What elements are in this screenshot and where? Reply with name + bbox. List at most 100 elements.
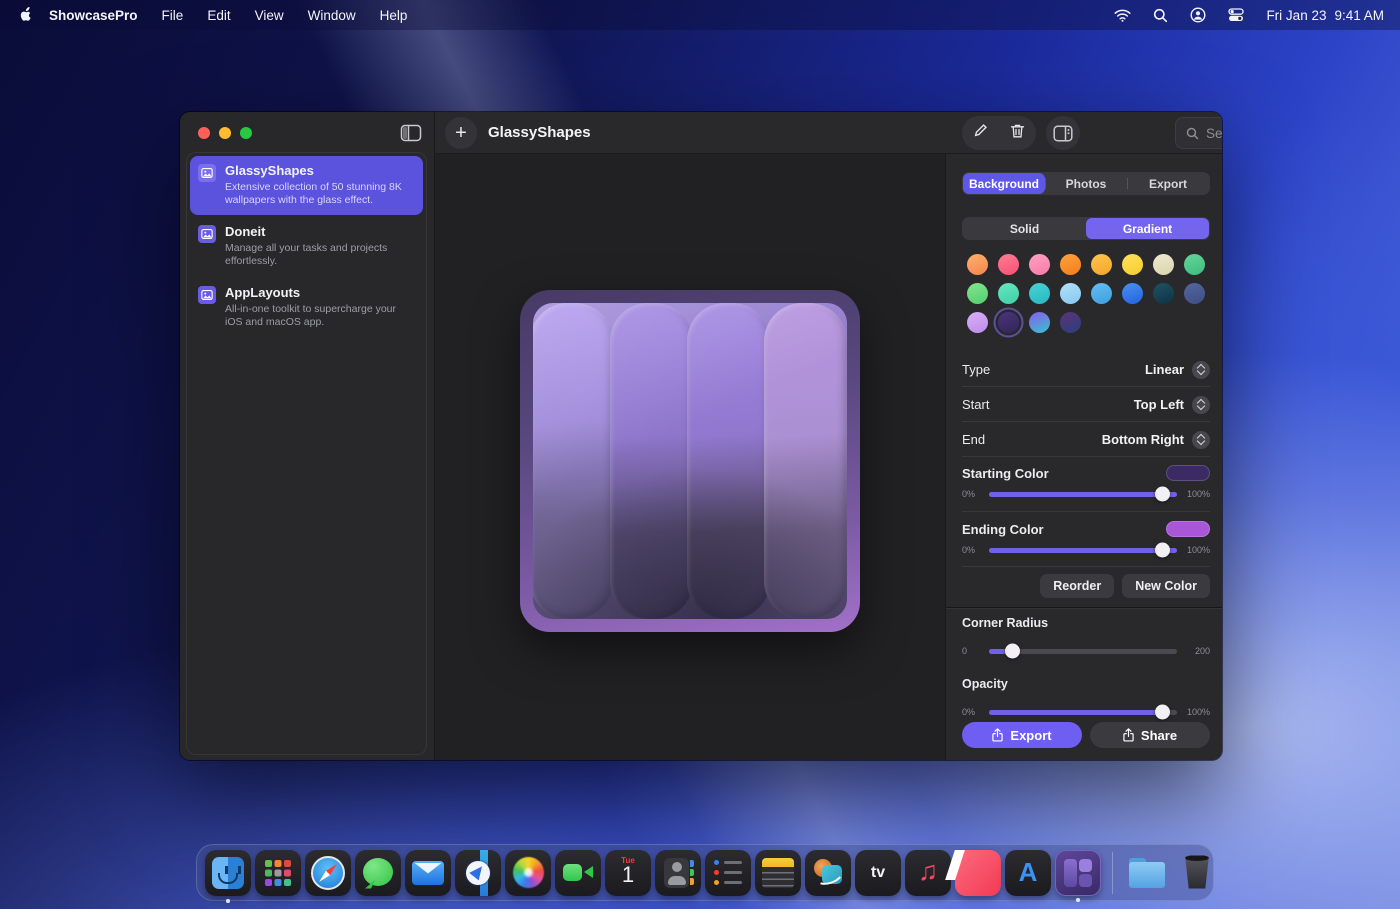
color-swatch[interactable]: [967, 254, 988, 275]
new-color-button[interactable]: New Color: [1122, 574, 1210, 598]
type-label: Type: [962, 362, 990, 377]
dock-photos-icon[interactable]: [505, 850, 551, 896]
menu-bar: ShowcasePro File Edit View Window Help Fri J…: [0, 0, 1400, 30]
color-swatch[interactable]: [998, 283, 1019, 304]
ending-color-swatch[interactable]: [1166, 521, 1210, 537]
dock-messages-icon[interactable]: [355, 850, 401, 896]
tab-background[interactable]: Background: [963, 173, 1045, 194]
slider-track[interactable]: [989, 710, 1177, 715]
menu-view[interactable]: View: [255, 8, 284, 23]
dock-folder-icon[interactable]: [1124, 850, 1170, 896]
color-swatch[interactable]: [1184, 283, 1205, 304]
project-list: GlassyShapesExtensive collection of 50 s…: [186, 152, 427, 755]
color-swatch[interactable]: [967, 312, 988, 333]
color-swatch[interactable]: [967, 283, 988, 304]
color-swatch[interactable]: [1029, 283, 1050, 304]
user-account-icon[interactable]: [1190, 7, 1206, 23]
dock-freeform-icon[interactable]: [805, 850, 851, 896]
wifi-icon[interactable]: [1114, 9, 1131, 22]
color-swatch[interactable]: [1060, 283, 1081, 304]
color-swatch[interactable]: [1091, 283, 1112, 304]
dock-calendar-icon[interactable]: Tue1: [605, 850, 651, 896]
delete-icon[interactable]: [1010, 123, 1025, 144]
color-swatch[interactable]: [1060, 312, 1081, 333]
starting-color-row: Starting Color: [962, 464, 1210, 482]
minimize-button[interactable]: [219, 127, 231, 139]
panel-tabs: BackgroundPhotosExport: [962, 172, 1210, 195]
project-title: AppLayouts: [225, 285, 415, 301]
zoom-button[interactable]: [240, 127, 252, 139]
slider-min-label: 0%: [962, 545, 984, 555]
color-swatch[interactable]: [1153, 254, 1174, 275]
add-button[interactable]: +: [445, 117, 477, 149]
search-input[interactable]: Search: [1175, 117, 1222, 149]
color-swatch[interactable]: [998, 312, 1019, 333]
menu-date[interactable]: Fri Jan 23: [1266, 8, 1326, 23]
dock-safari-icon[interactable]: [305, 850, 351, 896]
share-button[interactable]: Share: [1090, 722, 1210, 748]
dock-reminders-icon[interactable]: [705, 850, 751, 896]
color-swatch[interactable]: [1184, 254, 1205, 275]
slider-track[interactable]: [989, 492, 1177, 497]
menu-window[interactable]: Window: [308, 8, 356, 23]
color-swatch[interactable]: [1060, 254, 1081, 275]
dock-trash-icon[interactable]: [1174, 850, 1220, 896]
search-icon[interactable]: [1153, 8, 1168, 23]
slider-track[interactable]: [989, 548, 1177, 553]
menu-edit[interactable]: Edit: [207, 8, 230, 23]
color-swatch[interactable]: [1153, 283, 1174, 304]
dock-contacts-icon[interactable]: [655, 850, 701, 896]
mode-gradient[interactable]: Gradient: [1086, 218, 1209, 239]
reorder-button[interactable]: Reorder: [1040, 574, 1114, 598]
dock-launchpad-icon[interactable]: [255, 850, 301, 896]
slider-knob[interactable]: [1155, 543, 1170, 558]
dock-showcasepro-icon[interactable]: [1055, 850, 1101, 896]
dock-mail-icon[interactable]: [405, 850, 451, 896]
start-dropdown-stepper-icon[interactable]: [1192, 396, 1210, 414]
end-dropdown-stepper-icon[interactable]: [1192, 431, 1210, 449]
end-value: Bottom Right: [1102, 432, 1184, 447]
sidebar-toggle-icon[interactable]: [400, 123, 422, 143]
sidebar-item-applayouts[interactable]: AppLayoutsAll-in-one toolkit to supercha…: [190, 278, 423, 337]
menu-file[interactable]: File: [162, 8, 184, 23]
dock-maps-icon[interactable]: [455, 850, 501, 896]
slider-knob[interactable]: [1155, 487, 1170, 502]
dock-facetime-icon[interactable]: [555, 850, 601, 896]
mode-solid[interactable]: Solid: [963, 218, 1086, 239]
starting-color-swatch[interactable]: [1166, 465, 1210, 481]
inspector-toggle-icon[interactable]: [1046, 116, 1080, 150]
end-label: End: [962, 432, 985, 447]
color-swatch[interactable]: [1029, 254, 1050, 275]
sidebar-item-glassyshapes[interactable]: GlassyShapesExtensive collection of 50 s…: [190, 156, 423, 215]
dock-notes-icon[interactable]: [755, 850, 801, 896]
sidebar-item-doneit[interactable]: DoneitManage all your tasks and projects…: [190, 217, 423, 276]
dock-music-icon[interactable]: ♫: [905, 850, 951, 896]
close-button[interactable]: [198, 127, 210, 139]
type-value: Linear: [1145, 362, 1184, 377]
export-button[interactable]: Export: [962, 722, 1082, 748]
color-swatch[interactable]: [1091, 254, 1112, 275]
dock-appstore-icon[interactable]: A: [1005, 850, 1051, 896]
slider-track[interactable]: [989, 649, 1177, 654]
slider-knob[interactable]: [1005, 644, 1020, 659]
menu-app-name[interactable]: ShowcasePro: [49, 8, 138, 23]
ending-color-label: Ending Color: [962, 522, 1044, 537]
dock-news-icon[interactable]: [955, 850, 1001, 896]
start-label: Start: [962, 397, 989, 412]
color-swatch[interactable]: [1029, 312, 1050, 333]
wallpaper-preview[interactable]: [520, 290, 860, 632]
menu-help[interactable]: Help: [380, 8, 408, 23]
slider-knob[interactable]: [1155, 705, 1170, 720]
dock-finder-icon[interactable]: [205, 850, 251, 896]
type-dropdown-stepper-icon[interactable]: [1192, 361, 1210, 379]
color-swatch[interactable]: [998, 254, 1019, 275]
color-swatch[interactable]: [1122, 283, 1143, 304]
control-center-icon[interactable]: [1228, 8, 1244, 22]
dock-appletv-icon[interactable]: tv: [855, 850, 901, 896]
project-title: GlassyShapes: [225, 163, 415, 179]
edit-icon[interactable]: [973, 123, 988, 143]
tab-export[interactable]: Export: [1127, 173, 1209, 194]
apple-menu-icon[interactable]: [16, 7, 31, 24]
tab-photos[interactable]: Photos: [1045, 173, 1127, 194]
color-swatch[interactable]: [1122, 254, 1143, 275]
